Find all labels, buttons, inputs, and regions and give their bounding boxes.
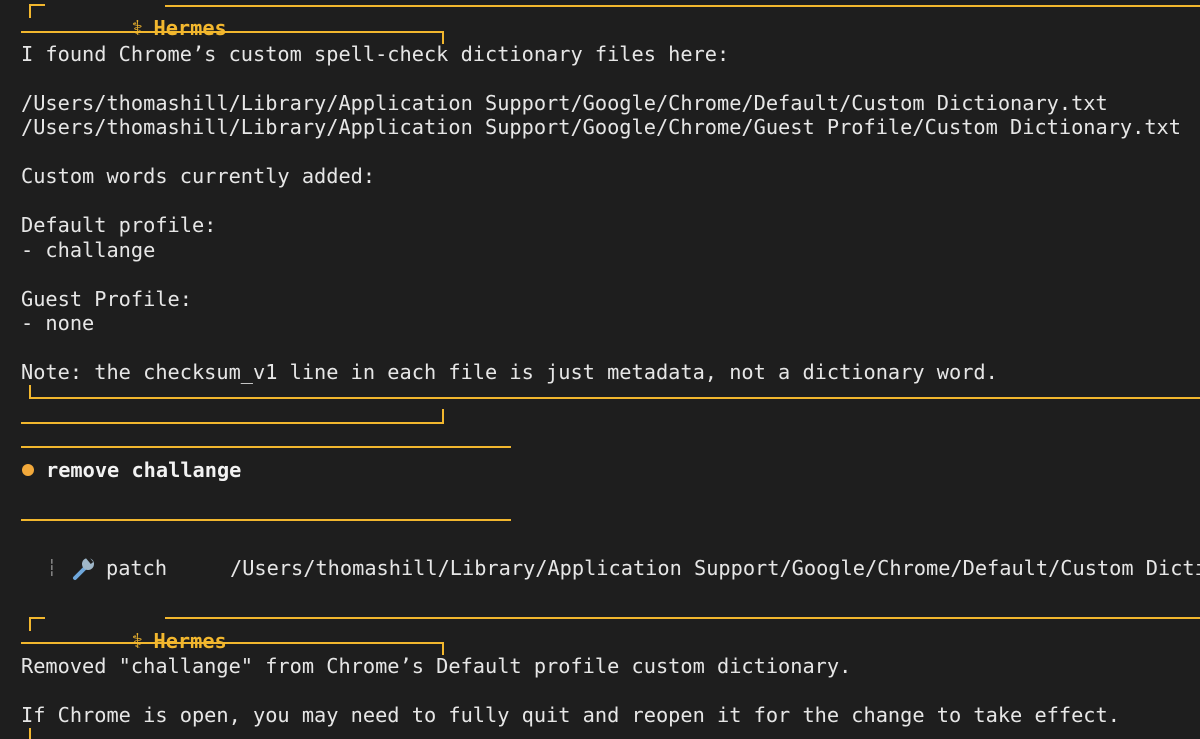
user-message-bottom-rule [21,519,511,521]
panel-2-line-quit-note: If Chrome is open, you may need to fully… [21,703,1120,727]
panel-1-bottom-rule [29,397,1200,399]
panel-2-corner-vertical [29,617,31,631]
tool-call-pipe: ┆ [47,558,57,577]
panel-1-line-default-word: - challange [21,238,156,262]
panel-1-line-note: Note: the checksum_v1 line in each file … [21,360,998,384]
panel-1-top-rule [165,5,1200,7]
bullet-icon [22,464,34,476]
user-message-text: remove challange [46,458,242,482]
panel-1-bottom-hook [442,409,444,423]
tool-call-name: patch [106,556,168,580]
panel-2-top-rule [165,617,1200,619]
panel-1-line-intro: I found Chrome’s custom spell-check dict… [21,42,730,66]
panel-2-corner-horizontal [29,617,45,619]
terminal-window[interactable]: ⚕ Hermes I found Chrome’s custom spell-ch… [0,0,1200,739]
panel-1-line-path-guest: /Users/thomashill/Library/Application Su… [21,115,1181,139]
wrench-icon [73,555,94,580]
panel-1-line-guest-word: - none [21,311,95,335]
panel-1-line-guest-profile: Guest Profile: [21,287,192,311]
panel-2-line-removed: Removed "challange" from Chrome’s Defaul… [21,654,852,678]
panel-1-line-default-profile: Default profile: [21,213,217,237]
panel-1-line-path-default: /Users/thomashill/Library/Application Su… [21,91,1108,115]
tool-call-path: /Users/thomashill/Library/Application Su… [230,556,1200,580]
panel-2-header-underline [21,642,444,644]
panel-1-corner-vertical [29,4,31,18]
panel-1-header-underline [21,31,444,33]
caduceus-icon: ⚕ [131,16,144,40]
caduceus-icon: ⚕ [131,629,144,653]
user-message-top-rule [21,446,511,448]
panel-2-bottom-corner-vertical [29,728,31,739]
panel-1-bottom-underline [21,422,444,424]
panel-1-title-text: Hermes [153,16,227,40]
panel-1-corner-horizontal [29,4,45,6]
panel-2-title-text: Hermes [153,629,227,653]
panel-1-line-custom-words: Custom words currently added: [21,164,376,188]
